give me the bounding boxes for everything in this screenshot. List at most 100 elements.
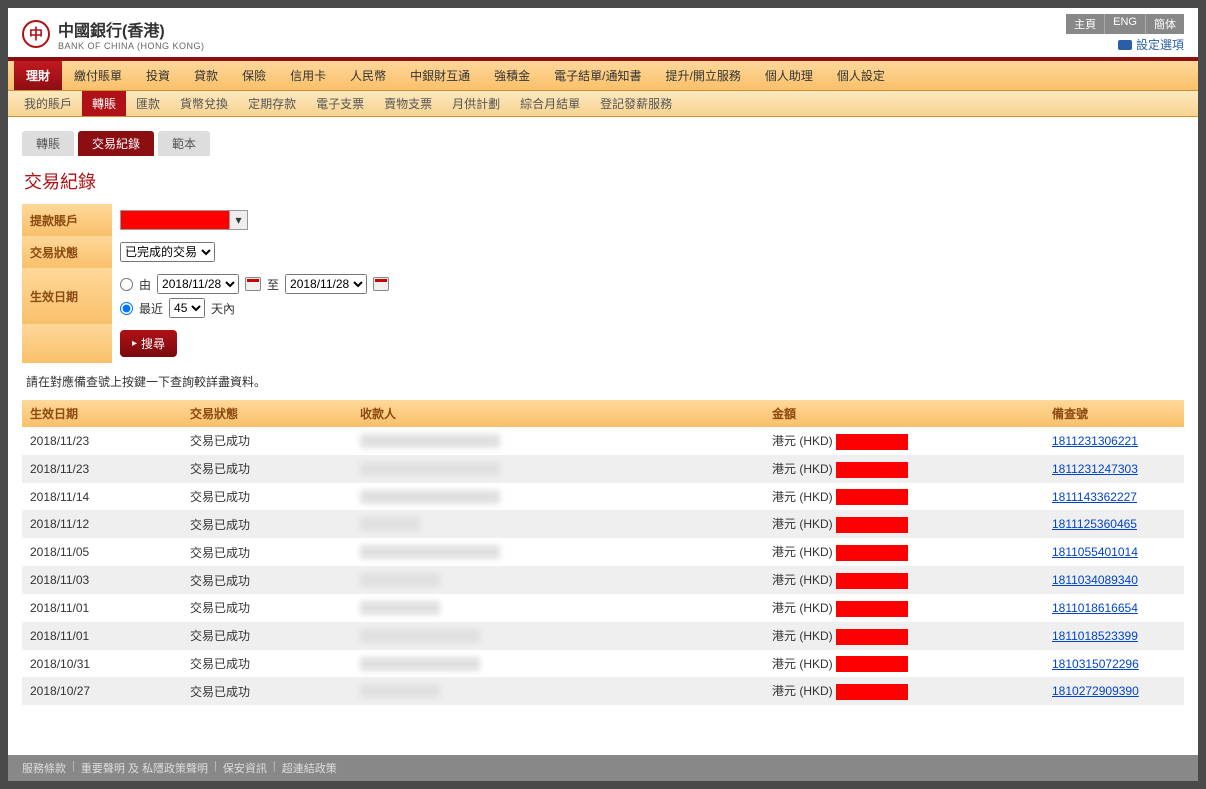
nav1-tab[interactable]: 人民幣 [338,61,398,90]
calendar-icon[interactable] [245,277,261,291]
nav2-item[interactable]: 電子支票 [306,91,374,116]
nav1-tab[interactable]: 電子結單/通知書 [542,61,653,90]
cell-payee: redacted [352,455,764,483]
cell-ref: 1811018523399 [1044,622,1184,650]
date-range-radio[interactable] [120,278,133,291]
nav2-item[interactable]: 賣物支票 [374,91,442,116]
hint-text: 請在對應備查號上按鍵一下查詢較詳盡資料。 [22,363,1184,400]
footer-link[interactable]: 超連結政策 [282,760,337,776]
cell-ref: 1811034089340 [1044,566,1184,594]
ref-link[interactable]: 1811018616654 [1052,601,1138,615]
status-select[interactable]: 已完成的交易 [120,242,215,262]
nav2-item[interactable]: 登記發薪服務 [590,91,682,116]
nav1-tab[interactable]: 保險 [230,61,278,90]
redacted-amount [836,462,908,478]
col-amount: 金額 [764,400,1044,427]
nav1-tab[interactable]: 中銀財互通 [398,61,482,90]
nav1-tab[interactable]: 強積金 [482,61,542,90]
cell-ref: 1811018616654 [1044,594,1184,622]
footer-link[interactable]: 服務條款 [22,760,66,776]
recent-radio[interactable] [120,302,133,315]
nav1-tab[interactable]: 貸款 [182,61,230,90]
ref-link[interactable]: 1811034089340 [1052,573,1138,587]
to-label: 至 [267,276,279,293]
nav2-item[interactable]: 綜合月結單 [510,91,590,116]
nav1-tab[interactable]: 繳付賬單 [62,61,134,90]
nav2-item[interactable]: 匯款 [126,91,170,116]
table-row: 2018/10/27交易已成功redacted港元 (HKD) 18102729… [22,677,1184,705]
table-row: 2018/10/31交易已成功redacted港元 (HKD) 18103150… [22,650,1184,678]
sub-tabs: 轉賬交易紀錄範本 [22,131,1184,156]
col-payee: 收款人 [352,400,764,427]
cell-amount: 港元 (HKD) [764,594,1044,622]
sub-tab[interactable]: 轉賬 [22,131,74,156]
nav1-tab[interactable]: 個人設定 [825,61,897,90]
nav1-tab[interactable]: 投資 [134,61,182,90]
filter-label-status: 交易狀態 [22,236,112,268]
nav1-tab[interactable]: 信用卡 [278,61,338,90]
col-status: 交易狀態 [182,400,352,427]
cell-ref: 1810315072296 [1044,650,1184,678]
cell-status: 交易已成功 [182,650,352,678]
logo-text-cn: 中國銀行(香港) [58,17,205,41]
ref-link[interactable]: 1811231247303 [1052,462,1138,476]
table-row: 2018/11/01交易已成功redacted港元 (HKD) 18110185… [22,622,1184,650]
page-title: 交易紀錄 [22,162,1184,204]
footer-link[interactable]: 重要聲明 及 私隱政策聲明 [81,760,208,776]
cell-date: 2018/11/23 [22,455,182,483]
nav2-item[interactable]: 我的賬戶 [14,91,82,116]
redacted-amount [836,517,908,533]
cell-date: 2018/10/27 [22,677,182,705]
top-link-simplified[interactable]: 簡体 [1146,14,1184,34]
chevron-down-icon[interactable]: ▾ [230,210,248,230]
ref-link[interactable]: 1811055401014 [1052,545,1138,559]
ref-link[interactable]: 1810315072296 [1052,657,1139,671]
nav1-tab[interactable]: 理財 [14,61,62,90]
transaction-table: 生效日期 交易狀態 收款人 金額 備查號 2018/11/23交易已成功reda… [22,400,1184,705]
nav2-item[interactable]: 月供計劃 [442,91,510,116]
date-to-select[interactable]: 2018/11/28 [285,274,367,294]
cell-payee: redacted [352,677,764,705]
redacted-amount [836,573,908,589]
nav2-item[interactable]: 貨幣兌換 [170,91,238,116]
cell-status: 交易已成功 [182,483,352,511]
top-link-home[interactable]: 主頁 [1066,14,1105,34]
ref-link[interactable]: 1810272909390 [1052,684,1139,698]
cell-payee: redacted [352,650,764,678]
cell-payee: redacted [352,594,764,622]
cell-payee: redacted [352,566,764,594]
cell-date: 2018/11/01 [22,622,182,650]
nav2-item[interactable]: 定期存款 [238,91,306,116]
cell-date: 2018/11/01 [22,594,182,622]
sub-tab[interactable]: 交易紀錄 [78,131,154,156]
cell-ref: 1811231306221 [1044,427,1184,455]
cell-status: 交易已成功 [182,510,352,538]
ref-link[interactable]: 1811125360465 [1052,517,1137,531]
nav1-tab[interactable]: 個人助理 [753,61,825,90]
redacted-amount [836,434,908,450]
search-button[interactable]: 搜尋 [120,330,177,357]
nav2-item[interactable]: 轉賬 [82,91,126,116]
cell-status: 交易已成功 [182,566,352,594]
account-select[interactable] [120,210,230,230]
settings-link[interactable]: 設定選項 [1118,36,1184,53]
cell-payee: redacted [352,510,764,538]
date-from-select[interactable]: 2018/11/28 [157,274,239,294]
cell-amount: 港元 (HKD) [764,538,1044,566]
sub-tab[interactable]: 範本 [158,131,210,156]
ref-link[interactable]: 1811231306221 [1052,434,1138,448]
cell-payee: redacted [352,538,764,566]
recent-days-select[interactable]: 45 [169,298,205,318]
nav1-tab[interactable]: 提升/開立服務 [653,61,752,90]
filter-label-account: 提款賬戶 [22,204,112,236]
calendar-icon[interactable] [373,277,389,291]
ref-link[interactable]: 1811143362227 [1052,490,1137,504]
cell-ref: 1811231247303 [1044,455,1184,483]
cell-date: 2018/11/14 [22,483,182,511]
top-link-eng[interactable]: ENG [1105,14,1146,34]
ref-link[interactable]: 1811018523399 [1052,629,1138,643]
logo-icon: 中 [22,20,50,48]
cell-amount: 港元 (HKD) [764,483,1044,511]
table-row: 2018/11/23交易已成功redacted港元 (HKD) 18112312… [22,455,1184,483]
footer-link[interactable]: 保安資訊 [223,760,267,776]
